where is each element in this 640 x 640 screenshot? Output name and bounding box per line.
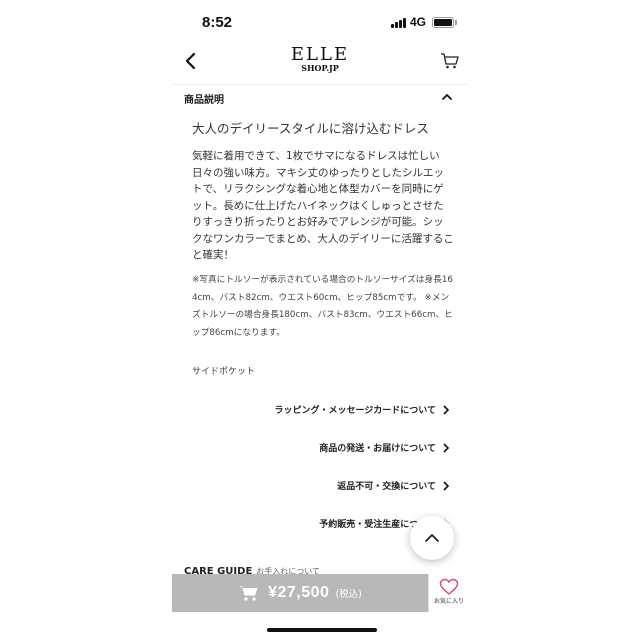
chevron-right-icon	[443, 480, 450, 491]
link-label: 商品の発送・お届けについて	[319, 444, 436, 454]
status-time: 8:52	[202, 14, 233, 31]
signal-icon	[391, 18, 406, 28]
chevron-left-icon	[185, 52, 196, 70]
heart-icon	[439, 578, 459, 595]
favorite-label: お気に入り	[433, 598, 464, 605]
home-indicator	[267, 628, 377, 632]
add-to-cart-button[interactable]: ¥27,500 (税込)	[172, 574, 428, 612]
scroll-to-top-button[interactable]	[410, 516, 454, 560]
description-content: 大人のデイリースタイルに溶け込むドレス 気軽に着用できて、1枚でサマになるドレス…	[192, 120, 454, 377]
network-type: 4G	[410, 15, 427, 29]
cart-icon	[441, 53, 459, 69]
product-description-header[interactable]: 商品説明	[172, 84, 468, 109]
cart-button[interactable]	[440, 52, 460, 70]
chevron-right-icon	[443, 404, 450, 415]
description-body: 気軽に着用できて、1枚でサマになるドレスは忙しい日々の強い味方。マキシ丈のゆった…	[192, 150, 454, 261]
back-button[interactable]	[182, 50, 202, 72]
chevron-up-icon	[442, 94, 452, 100]
phone-screen: 8:52 4G ELLE SHOP.JP 商品説明 大人のデイリースタイルに溶け…	[172, 0, 468, 640]
favorite-button[interactable]: お気に入り	[428, 574, 468, 612]
link-returns[interactable]: 返品不可・交換について	[337, 479, 450, 492]
status-bar: 8:52 4G	[172, 0, 468, 44]
app-header: ELLE SHOP.JP	[172, 44, 468, 80]
chevron-up-icon	[425, 534, 439, 542]
chevron-right-icon	[443, 442, 450, 453]
logo-sub: SHOP.JP	[301, 63, 339, 73]
link-label: 返品不可・交換について	[337, 482, 436, 492]
tax-note: (税込)	[335, 589, 362, 600]
link-shipping[interactable]: 商品の発送・お届けについて	[319, 441, 450, 454]
battery-icon	[432, 17, 457, 28]
elle-shop-logo[interactable]: ELLE SHOP.JP	[290, 46, 350, 73]
section-title: 商品説明	[184, 95, 224, 106]
torso-size-note: ※写真にトルソーが表示されている場合のトルソーサイズは身長164cm、バスト82…	[192, 275, 453, 338]
logo-main: ELLE	[290, 44, 350, 65]
link-label: ラッピング・メッセージカードについて	[274, 406, 436, 416]
description-title: 大人のデイリースタイルに溶け込むドレス	[192, 121, 429, 136]
link-wrapping[interactable]: ラッピング・メッセージカードについて	[274, 403, 450, 416]
cart-icon	[239, 586, 258, 601]
feature-text: サイドポケット	[192, 367, 256, 377]
price: ¥27,500	[268, 584, 330, 601]
